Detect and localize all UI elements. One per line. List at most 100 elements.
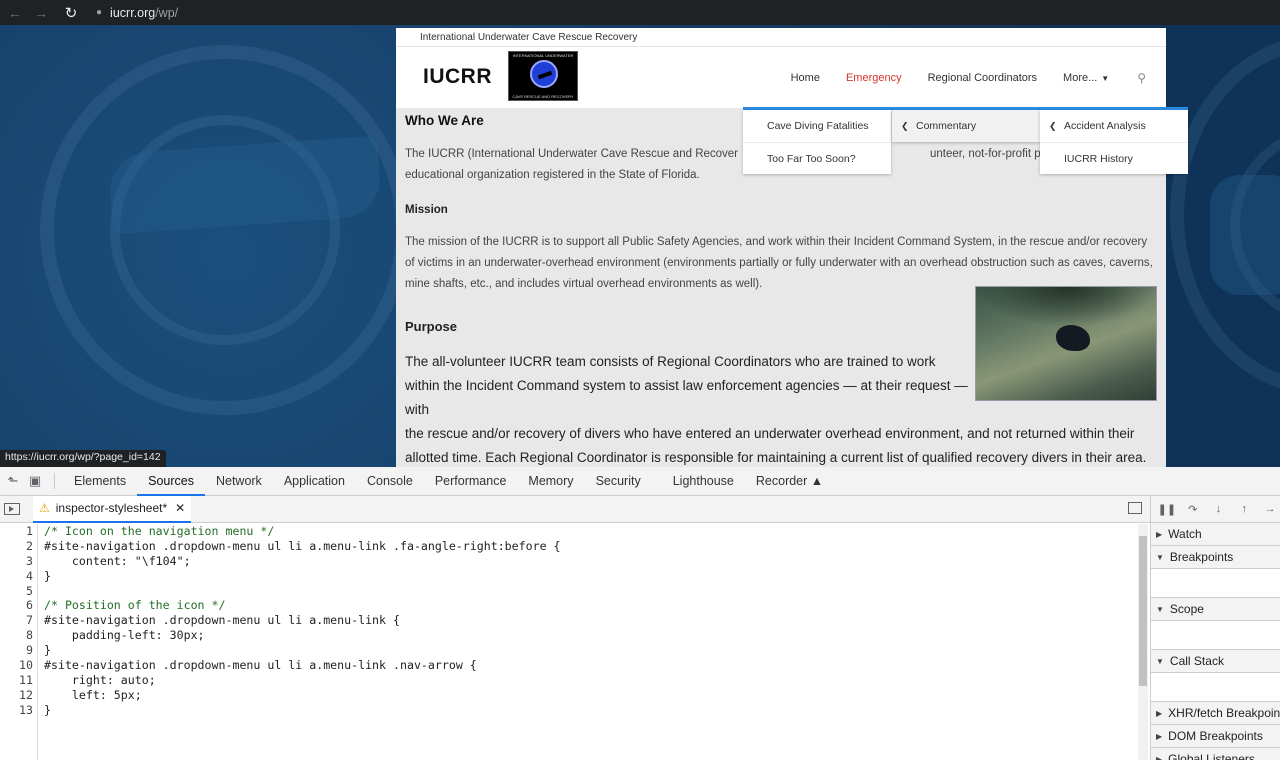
line-number[interactable]: 5 [0, 584, 37, 599]
section-breakpoints[interactable]: ▼ Breakpoints [1151, 546, 1280, 569]
lock-icon[interactable]: ● [96, 7, 102, 18]
code-line[interactable]: } [44, 643, 561, 658]
section-dom-breakpoints[interactable]: ▶ DOM Breakpoints [1151, 725, 1280, 748]
menu-item-commentary[interactable]: ❮ Commentary [892, 110, 1040, 142]
line-number[interactable]: 6 [0, 598, 37, 613]
url-host: iucrr.org [110, 5, 156, 20]
url-path: /wp/ [155, 5, 179, 20]
line-number[interactable]: 13 [0, 703, 37, 718]
menu-item-too-far-too-soon[interactable]: Too Far Too Soon? [743, 142, 891, 174]
editor-scrollbar[interactable] [1138, 524, 1148, 760]
step-icon[interactable]: → [1260, 503, 1280, 515]
purpose-text-part2: the rescue and/or recovery of divers who… [405, 426, 1147, 465]
code-line[interactable]: right: auto; [44, 673, 561, 688]
tab-memory[interactable]: Memory [517, 467, 584, 496]
background-diver-silhouette-right [1210, 175, 1280, 295]
tab-lighthouse[interactable]: Lighthouse [662, 467, 745, 496]
menu-item-iucrr-history[interactable]: IUCRR History [1040, 142, 1188, 174]
tab-security[interactable]: Security [585, 467, 652, 496]
section-watch[interactable]: ▶ Watch [1151, 523, 1280, 546]
line-number[interactable]: 9 [0, 643, 37, 658]
line-number[interactable]: 4 [0, 569, 37, 584]
code-line[interactable]: #site-navigation .dropdown-menu ul li a.… [44, 658, 561, 673]
line-number[interactable]: 12 [0, 688, 37, 703]
code-editor[interactable]: 1 2 3 4 5 6 7 8 9 10 11 12 13 /* Icon on the navigat… [0, 524, 1140, 760]
file-tab-inspector-stylesheet[interactable]: ⚠ inspector-stylesheet* ✕ [33, 495, 192, 523]
dropdown-submenu-1: ❮ Commentary [892, 110, 1040, 142]
line-number[interactable]: 1 [0, 524, 37, 539]
step-over-icon[interactable]: ↷ [1183, 503, 1203, 516]
tab-sources[interactable]: Sources [137, 467, 205, 496]
code-line[interactable]: content: "\f104"; [44, 554, 561, 569]
dropdown-submenu-2: ❮ Accident Analysis IUCRR History [1040, 110, 1188, 174]
code-line[interactable]: left: 5px; [44, 688, 561, 703]
inspect-element-icon[interactable]: ⬑ [4, 472, 22, 490]
nav-more[interactable]: More... ▼ [1063, 72, 1109, 84]
line-number[interactable]: 2 [0, 539, 37, 554]
nav-home[interactable]: Home [791, 72, 820, 84]
status-bar-url: https://iucrr.org/wp/?page_id=142 [0, 450, 166, 467]
browser-toolbar: ← → ↻ ● iucrr.org/wp/ [0, 0, 1280, 25]
editor-scrollbar-thumb[interactable] [1139, 536, 1147, 686]
section-scope[interactable]: ▼ Scope [1151, 598, 1280, 621]
menu-item-commentary-label: Commentary [916, 120, 977, 132]
logo-badge-bottom-text: CAVE RESCUE AND RECOVERY [512, 94, 574, 99]
pause-icon[interactable]: ❚❚ [1157, 503, 1177, 516]
toggle-debugger-icon[interactable] [1128, 502, 1142, 514]
logo-emblem-icon [530, 60, 558, 88]
back-icon[interactable]: ← [4, 2, 26, 24]
close-icon[interactable]: ✕ [175, 501, 185, 515]
site-logo-badge[interactable]: INTERNATIONAL UNDERWATER CAVE RESCUE AND… [508, 51, 578, 101]
line-number[interactable]: 10 [0, 658, 37, 673]
code-line[interactable]: /* Position of the icon */ [44, 598, 561, 613]
menu-item-cave-diving-fatalities[interactable]: Cave Diving Fatalities [743, 110, 891, 142]
code-line[interactable]: #site-navigation .dropdown-menu ul li a.… [44, 539, 561, 554]
code-line[interactable] [44, 584, 561, 599]
flask-icon: ▲ [810, 473, 824, 488]
nav-emergency[interactable]: Emergency [846, 72, 902, 84]
address-bar[interactable]: iucrr.org/wp/ [110, 6, 178, 20]
site-tagline: International Underwater Cave Rescue Rec… [396, 28, 1166, 47]
code-line[interactable]: padding-left: 30px; [44, 628, 561, 643]
line-number[interactable]: 11 [0, 673, 37, 688]
search-icon[interactable]: ⚲ [1137, 71, 1146, 85]
chevron-left-icon: ❮ [1049, 120, 1057, 131]
tab-network[interactable]: Network [205, 467, 273, 496]
page-viewport: International Underwater Cave Rescue Rec… [0, 25, 1280, 467]
step-out-icon[interactable]: ↑ [1234, 503, 1254, 515]
tab-elements[interactable]: Elements [63, 467, 137, 496]
line-number[interactable]: 8 [0, 628, 37, 643]
menu-item-accident-analysis[interactable]: ❮ Accident Analysis [1040, 110, 1188, 142]
code-line[interactable]: /* Icon on the navigation menu */ [44, 524, 561, 539]
section-call-stack[interactable]: ▼ Call Stack [1151, 650, 1280, 673]
code-line[interactable]: } [44, 703, 561, 718]
device-toggle-icon[interactable]: ▣ [26, 472, 44, 490]
sources-editor-tabbar: ⚠ inspector-stylesheet* ✕ [0, 495, 1150, 523]
reload-icon[interactable]: ↻ [60, 2, 82, 24]
triangle-down-icon: ▼ [1156, 656, 1164, 666]
line-number[interactable]: 7 [0, 613, 37, 628]
heading-mission: Mission [405, 204, 448, 216]
tab-application[interactable]: Application [273, 467, 356, 496]
purpose-text-part1: The all-volunteer IUCRR team consists of… [405, 354, 968, 417]
nav-regional-coordinators[interactable]: Regional Coordinators [928, 72, 1037, 84]
site-header: IUCRR INTERNATIONAL UNDERWATER CAVE RESC… [396, 47, 1166, 108]
chevron-left-icon: ❮ [901, 120, 909, 131]
toggle-navigator-icon[interactable] [4, 503, 20, 515]
site-logo-text[interactable]: IUCRR [423, 65, 492, 89]
section-global-listeners[interactable]: ▶ Global Listeners [1151, 748, 1280, 760]
file-tab-label: inspector-stylesheet* [55, 501, 168, 515]
code-line[interactable]: } [44, 569, 561, 584]
step-into-icon[interactable]: ↓ [1209, 503, 1229, 515]
nav-more-label: More... [1063, 71, 1098, 84]
tab-console[interactable]: Console [356, 467, 424, 496]
tab-performance[interactable]: Performance [424, 467, 518, 496]
tab-recorder[interactable]: Recorder ▲ [745, 467, 834, 496]
code-line[interactable]: #site-navigation .dropdown-menu ul li a.… [44, 613, 561, 628]
section-xhr-breakpoints[interactable]: ▶ XHR/fetch Breakpoints [1151, 702, 1280, 725]
line-number[interactable]: 3 [0, 554, 37, 569]
code-lines[interactable]: /* Icon on the navigation menu */ #site-… [44, 524, 561, 718]
triangle-down-icon: ▼ [1156, 552, 1164, 562]
forward-icon[interactable]: → [30, 2, 52, 24]
dropdown-menu-more: Cave Diving Fatalities Too Far Too Soon? [743, 110, 891, 174]
